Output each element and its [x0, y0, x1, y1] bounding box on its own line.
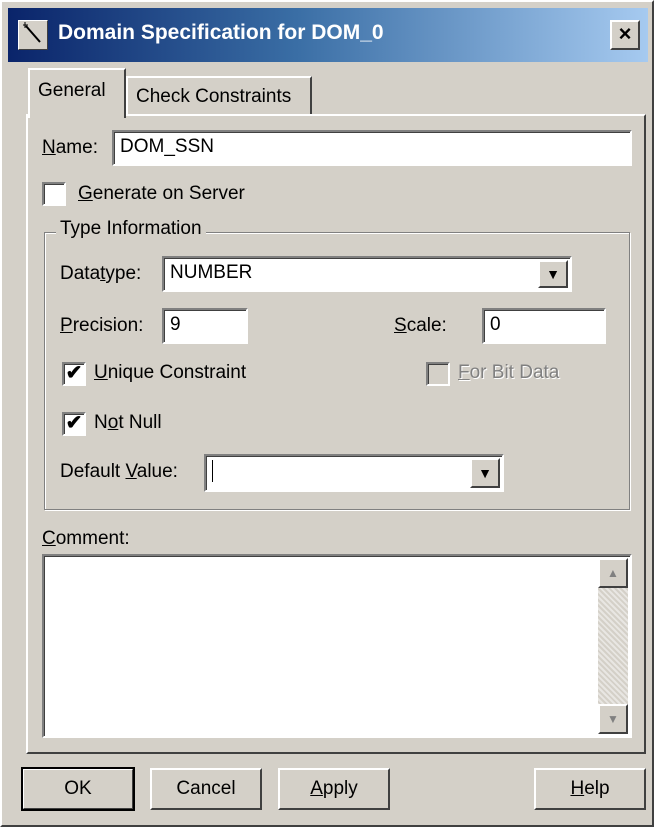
apply-button[interactable]: Apply: [278, 768, 390, 810]
not-null-label[interactable]: Not Null: [94, 412, 162, 434]
unique-constraint-checkbox[interactable]: ✔: [62, 362, 86, 386]
generate-on-server-checkbox[interactable]: [42, 182, 66, 206]
comment-textarea[interactable]: ▲ ▼: [42, 554, 632, 738]
close-button[interactable]: ×: [610, 20, 640, 50]
window-title: Domain Specification for DOM_0: [58, 21, 384, 44]
precision-label: Precision:: [60, 315, 144, 336]
datatype-label: Datatype:: [60, 263, 142, 284]
tab-general[interactable]: General: [28, 68, 126, 118]
datatype-select[interactable]: NUMBER: [162, 256, 572, 292]
title-bar[interactable]: Domain Specification for DOM_0 ×: [8, 8, 648, 62]
unique-constraint-label[interactable]: Unique Constraint: [94, 362, 246, 384]
domain-spec-dialog: Domain Specification for DOM_0 × General…: [0, 0, 654, 827]
cancel-button[interactable]: Cancel: [150, 768, 262, 810]
precision-input[interactable]: 9: [162, 308, 248, 344]
comment-scrollbar[interactable]: ▲ ▼: [598, 558, 628, 734]
comment-label: Comment:: [42, 528, 130, 549]
scroll-up-arrow-icon[interactable]: ▲: [598, 558, 628, 588]
type-information-title: Type Information: [56, 218, 206, 240]
datatype-value: NUMBER: [170, 262, 253, 283]
tab-check-constraints[interactable]: Check Constraints: [126, 76, 312, 116]
text-caret: [212, 460, 213, 482]
help-button[interactable]: Help: [534, 768, 646, 810]
scale-input[interactable]: 0: [482, 308, 606, 344]
default-value-combobox[interactable]: [204, 454, 504, 492]
for-bit-data-label: For Bit Data: [458, 362, 560, 383]
generate-on-server-label[interactable]: Generate on Server: [78, 183, 245, 205]
name-label: Name:: [42, 137, 98, 158]
default-value-label: Default Value:: [60, 461, 178, 482]
tab-label: General: [38, 80, 106, 101]
name-input[interactable]: DOM_SSN: [112, 130, 632, 166]
datatype-dropdown-arrow-icon[interactable]: ▼: [538, 260, 568, 288]
default-value-dropdown-arrow-icon[interactable]: ▼: [470, 458, 500, 488]
tab-label: Check Constraints: [136, 86, 292, 107]
scale-label: Scale:: [394, 315, 447, 336]
for-bit-data-checkbox: [426, 362, 450, 386]
scroll-down-arrow-icon[interactable]: ▼: [598, 704, 628, 734]
wand-icon: [18, 20, 48, 50]
ok-button[interactable]: OK: [21, 767, 135, 811]
not-null-checkbox[interactable]: ✔: [62, 412, 86, 436]
